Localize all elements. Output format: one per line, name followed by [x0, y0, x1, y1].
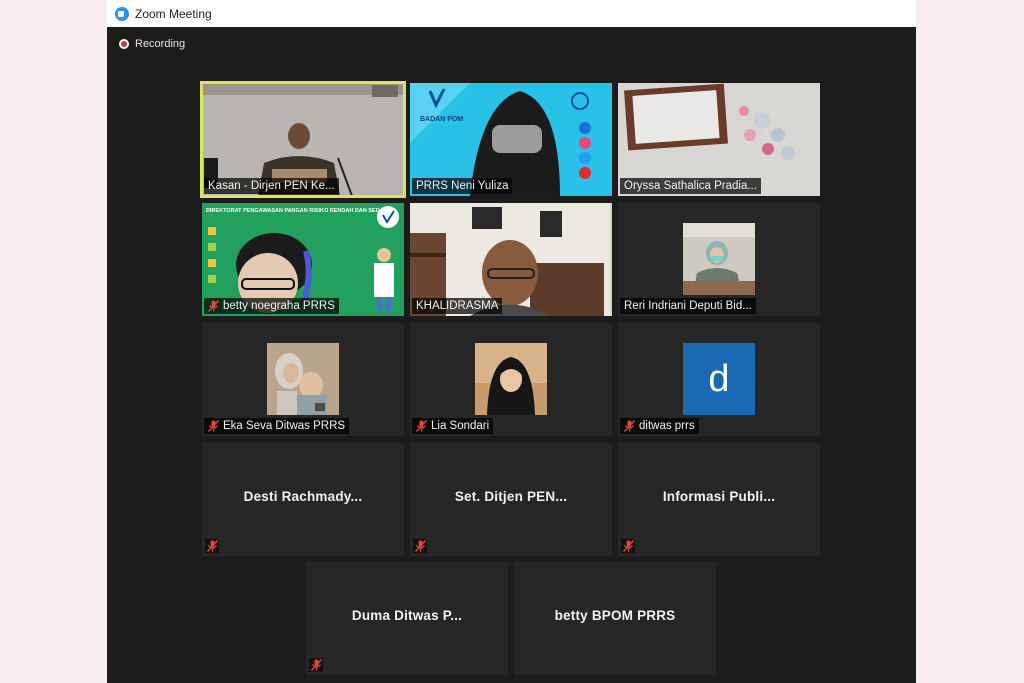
video-tile-duma[interactable]: Duma Ditwas P... — [306, 562, 508, 675]
zoom-window: Zoom Meeting Recording Kasan - Dirjen PE… — [107, 0, 916, 683]
directorate-banner-text: DIREKTORAT PENGAWASAN PANGAN RISIKO REND… — [206, 208, 392, 214]
badan-pom-logo-text: BADAN POM — [420, 116, 463, 123]
video-tile-khalidrasma[interactable]: KHALIDRASMA — [410, 203, 612, 316]
participant-name-tag: Reri Indriani Deputi Bid... — [620, 298, 756, 314]
mic-muted-icon — [413, 539, 427, 553]
mic-muted-icon — [416, 420, 427, 432]
record-icon — [119, 39, 129, 49]
participant-name-tag: Eka Seva Ditwas PRRS — [204, 418, 350, 434]
participant-name: betty noegraha PRRS — [223, 300, 335, 312]
participant-name: PRRS Neni Yuliza — [416, 180, 509, 192]
video-tile-kasan[interactable]: Kasan - Dirjen PEN Ke... — [200, 81, 406, 198]
participant-name-tag: Oryssa Sathalica Pradia... — [620, 178, 761, 194]
video-tile-betty-bpom[interactable]: betty BPOM PRRS — [514, 562, 716, 675]
recording-indicator[interactable]: Recording — [119, 38, 185, 50]
participant-name-tag: betty noegraha PRRS — [204, 298, 339, 314]
participant-name: betty BPOM PRRS — [554, 608, 676, 623]
participant-name: Set. Ditjen PEN... — [454, 489, 568, 504]
participant-name: Duma Ditwas P... — [351, 608, 463, 623]
mic-muted-icon — [208, 300, 219, 312]
participant-thumbnail — [475, 343, 547, 415]
participant-name: ditwas prrs — [639, 420, 695, 432]
video-tile-eka[interactable]: Eka Seva Ditwas PRRS — [202, 323, 404, 436]
mic-muted-icon — [208, 420, 219, 432]
video-tile-betty-noegraha[interactable]: DIREKTORAT PENGAWASAN PANGAN RISIKO REND… — [202, 203, 404, 316]
video-tile-lia[interactable]: Lia Sondari — [410, 323, 612, 436]
zoom-logo-icon — [115, 6, 129, 21]
participant-name: Reri Indriani Deputi Bid... — [624, 300, 752, 312]
recording-label: Recording — [135, 38, 186, 50]
participant-name: Informasi Publi... — [662, 489, 776, 504]
participant-name: Eka Seva Ditwas PRRS — [223, 420, 346, 432]
window-title: Zoom Meeting — [135, 6, 212, 21]
participant-thumbnail — [683, 223, 755, 295]
video-tile-reri[interactable]: Reri Indriani Deputi Bid... — [618, 203, 820, 316]
participant-thumbnail — [267, 343, 339, 415]
participant-name-tag: KHALIDRASMA — [412, 298, 503, 314]
participant-name: Kasan - Dirjen PEN Ke... — [208, 180, 335, 192]
video-tile-set-ditjen[interactable]: Set. Ditjen PEN... — [410, 443, 612, 556]
video-tile-neni[interactable]: BADAN POM PRRS Neni Yuliza — [410, 83, 612, 196]
title-bar: Zoom Meeting — [107, 0, 916, 27]
video-tile-desti[interactable]: Desti Rachmady... — [202, 443, 404, 556]
mic-muted-icon — [309, 658, 323, 672]
participant-name-tag: PRRS Neni Yuliza — [412, 178, 513, 194]
participant-name: Oryssa Sathalica Pradia... — [624, 180, 757, 192]
mic-muted-icon — [624, 420, 635, 432]
participant-name: KHALIDRASMA — [416, 300, 499, 312]
participant-name-tag: Kasan - Dirjen PEN Ke... — [204, 178, 339, 194]
avatar: d — [683, 343, 755, 415]
participant-name-tag: ditwas prrs — [620, 418, 699, 434]
video-tile-ditwas-prrs[interactable]: d ditwas prrs — [618, 323, 820, 436]
video-tile-informasi[interactable]: Informasi Publi... — [618, 443, 820, 556]
participant-name: Lia Sondari — [431, 420, 490, 432]
mic-muted-icon — [205, 539, 219, 553]
mic-muted-icon — [621, 539, 635, 553]
participant-name-tag: Lia Sondari — [412, 418, 494, 434]
video-tile-oryssa[interactable]: Oryssa Sathalica Pradia... — [618, 83, 820, 196]
participant-name: Desti Rachmady... — [243, 489, 363, 504]
